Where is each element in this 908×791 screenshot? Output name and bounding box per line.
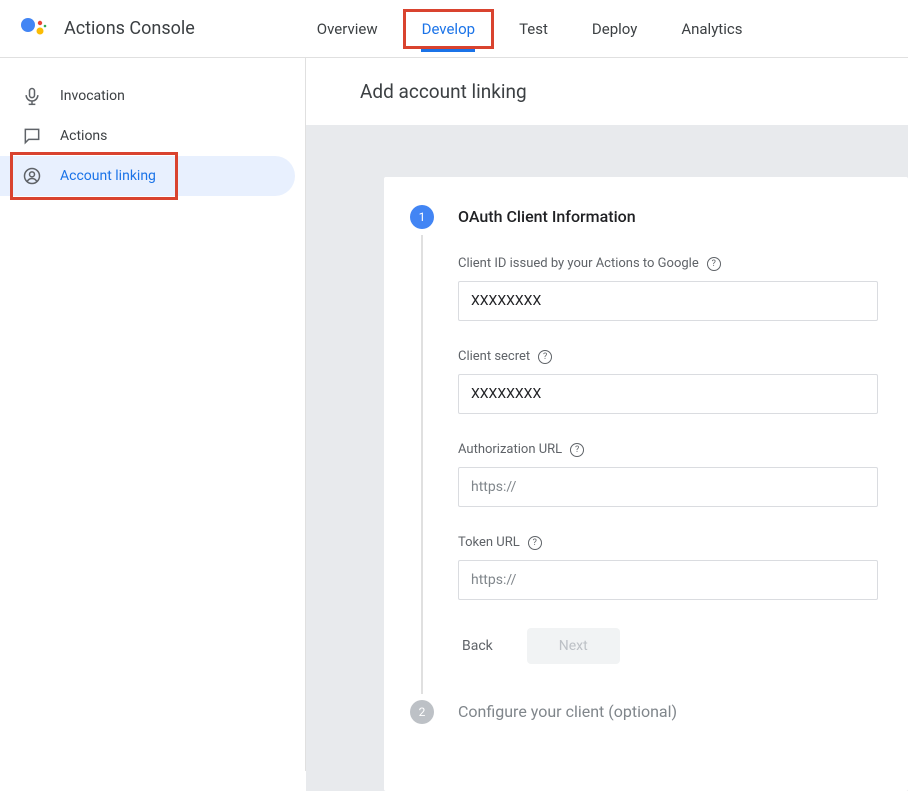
sidebar-item-label: Actions [60,128,107,144]
field-authorization-url: Authorization URL ? [458,442,878,507]
authorization-url-input[interactable] [458,467,878,507]
next-button[interactable]: Next [527,628,620,664]
step-number-2: 2 [410,700,434,724]
sidebar-item-label: Account linking [60,168,156,184]
field-label-text: Token URL [458,535,520,550]
app-logo [20,15,48,43]
step-2: 2 Configure your client (optional) [384,698,908,751]
form-card: 1 OAuth Client Information Client ID iss… [384,177,908,791]
help-icon[interactable]: ? [570,443,584,457]
person-circle-icon [22,166,42,186]
sidebar-item-account-linking[interactable]: Account linking [0,156,295,196]
header: Actions Console Overview Develop Test De… [0,0,908,58]
field-label-token-url: Token URL ? [458,535,878,550]
step-2-title: Configure your client (optional) [458,698,878,721]
sidebar-item-label: Invocation [60,88,125,104]
mic-icon [22,86,42,106]
assistant-logo-icon [20,15,48,43]
step-connector [421,235,423,694]
tab-analytics[interactable]: Analytics [659,0,764,57]
step-1: 1 OAuth Client Information Client ID iss… [384,203,908,664]
field-label-text: Client secret [458,349,530,364]
field-client-secret: Client secret ? [458,349,878,414]
chat-icon [22,126,42,146]
app-title: Actions Console [64,18,195,39]
content-body: 1 OAuth Client Information Client ID iss… [306,125,908,791]
field-label-client-secret: Client secret ? [458,349,878,364]
field-label-text: Client ID issued by your Actions to Goog… [458,256,699,271]
sidebar-item-invocation[interactable]: Invocation [0,76,295,116]
sidebar: Invocation Actions Account linking [0,58,306,771]
field-label-authorization-url: Authorization URL ? [458,442,878,457]
tab-test[interactable]: Test [497,0,570,57]
field-label-client-id: Client ID issued by your Actions to Goog… [458,256,878,271]
field-token-url: Token URL ? [458,535,878,600]
token-url-input[interactable] [458,560,878,600]
sidebar-item-actions[interactable]: Actions [0,116,295,156]
help-icon[interactable]: ? [707,257,721,271]
tab-develop[interactable]: Develop [400,6,497,52]
step-1-content: OAuth Client Information Client ID issue… [458,203,908,664]
tab-overview[interactable]: Overview [295,0,400,57]
step-1-actions: Back Next [458,628,878,664]
help-icon[interactable]: ? [538,350,552,364]
content: Add account linking 1 OAuth Client Infor… [306,58,908,771]
back-button[interactable]: Back [458,628,497,664]
step-1-title: OAuth Client Information [458,203,878,226]
header-tabs: Overview Develop Test Deploy Analytics [295,0,765,57]
step-2-content: Configure your client (optional) [458,698,908,751]
field-client-id: Client ID issued by your Actions to Goog… [458,256,878,321]
field-label-text: Authorization URL [458,442,562,457]
client-id-input[interactable] [458,281,878,321]
step-number-1: 1 [410,205,434,229]
page-title: Add account linking [306,58,908,125]
client-secret-input[interactable] [458,374,878,414]
tab-deploy[interactable]: Deploy [570,0,659,57]
main: Invocation Actions Account linking Add a… [0,58,908,771]
help-icon[interactable]: ? [528,536,542,550]
